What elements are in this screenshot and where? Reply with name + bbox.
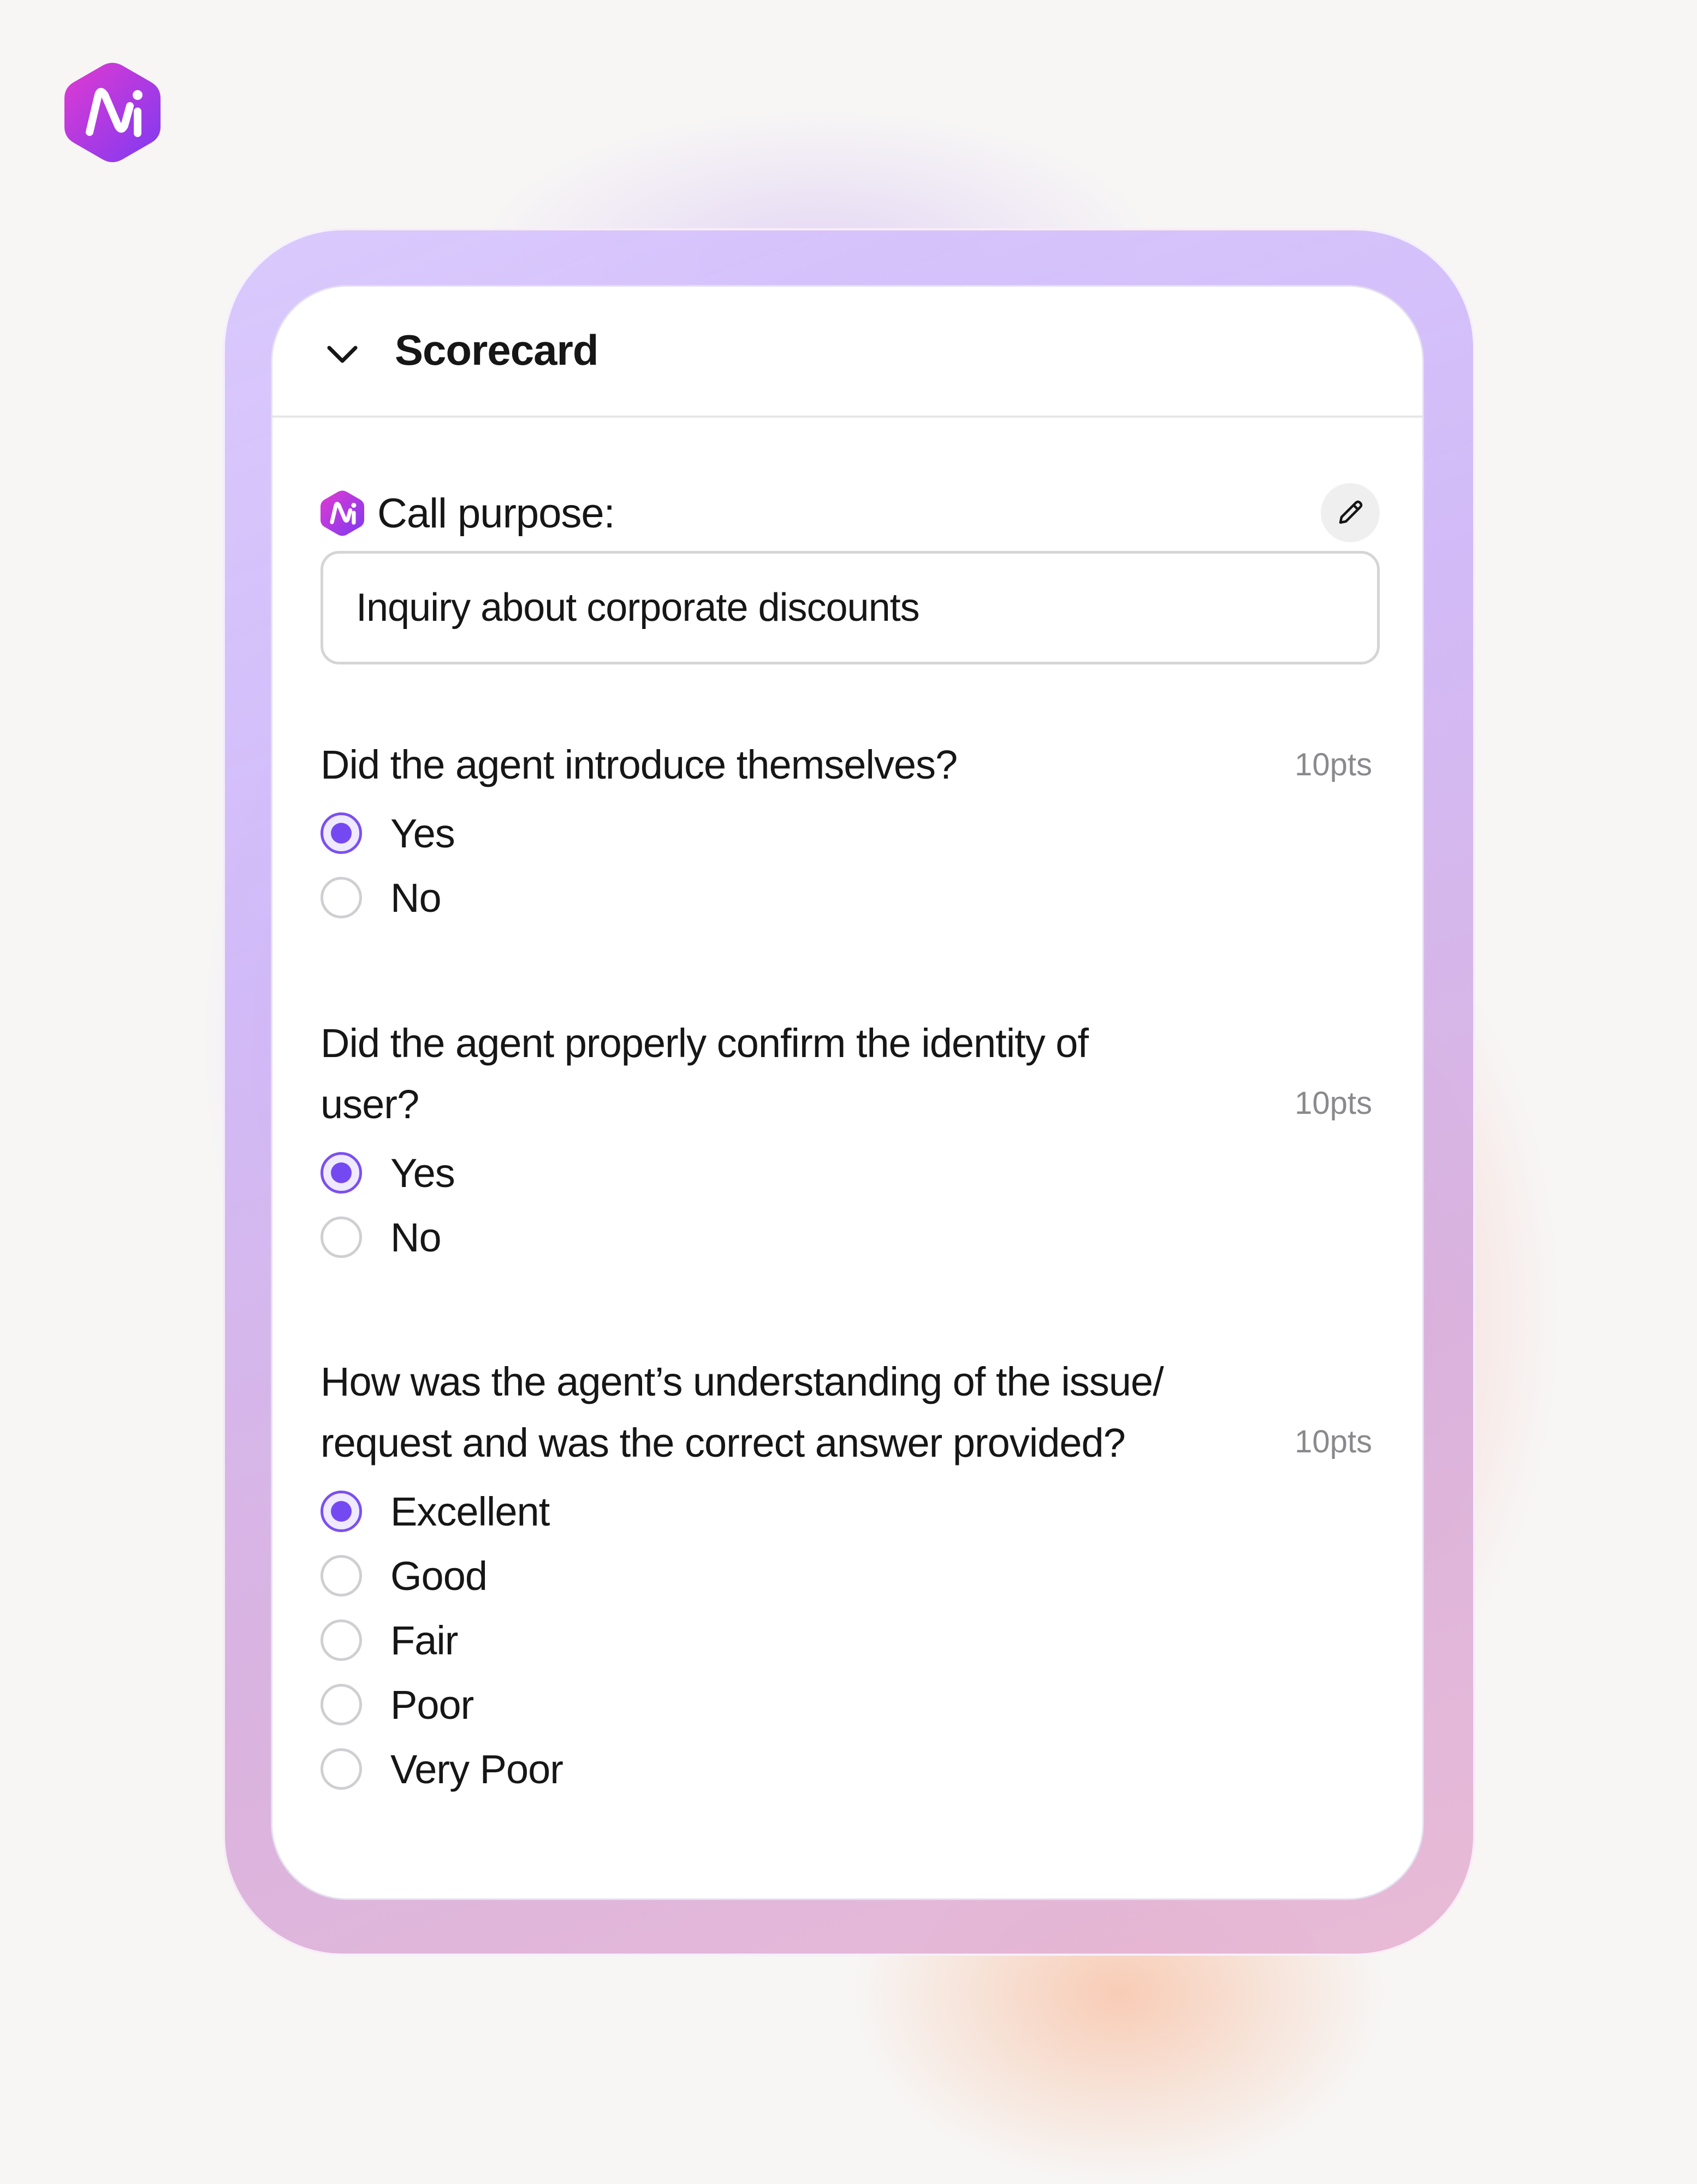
radio-button[interactable] xyxy=(321,877,362,918)
option-no[interactable]: No xyxy=(321,1205,1380,1269)
radio-button[interactable] xyxy=(321,1748,362,1790)
option-fair[interactable]: Fair xyxy=(321,1608,1380,1672)
option-yes[interactable]: Yes xyxy=(321,1141,1380,1205)
brand-ni-logo-icon xyxy=(64,63,161,162)
option-poor[interactable]: Poor xyxy=(321,1672,1380,1737)
option-label: Excellent xyxy=(390,1488,550,1534)
radio-button[interactable] xyxy=(321,1152,362,1194)
radio-button[interactable] xyxy=(321,1216,362,1258)
option-label: Yes xyxy=(390,810,455,856)
scorecard-title: Scorecard xyxy=(395,326,599,374)
call-purpose-label: Call purpose: xyxy=(377,490,615,537)
question-text: Did the agent introduce themselves? xyxy=(321,742,958,787)
question-points: 10pts xyxy=(1295,747,1372,782)
option-label: No xyxy=(390,1214,442,1260)
radio-button[interactable] xyxy=(321,1555,362,1597)
question-text-line: Did the agent properly confirm the ident… xyxy=(321,1020,1089,1066)
question-introduce: Did the agent introduce themselves? 10pt… xyxy=(321,734,1380,930)
radio-button[interactable] xyxy=(321,1684,362,1725)
pencil-icon xyxy=(1339,500,1363,524)
question-points: 10pts xyxy=(1295,1424,1372,1459)
option-label: Good xyxy=(390,1553,488,1599)
question-text: How was the agent’s understanding of the… xyxy=(321,1351,1238,1474)
question-identity: Did the agent properly confirm the ident… xyxy=(321,1013,1380,1269)
radio-button[interactable] xyxy=(321,1619,362,1661)
option-label: Yes xyxy=(390,1150,455,1196)
question-understanding: How was the agent’s understanding of the… xyxy=(321,1351,1380,1801)
call-purpose-input[interactable] xyxy=(321,551,1380,664)
question-text-line: user? xyxy=(321,1082,419,1127)
question-points: 10pts xyxy=(1295,1085,1372,1121)
option-excellent[interactable]: Excellent xyxy=(321,1479,1380,1544)
radio-button[interactable] xyxy=(321,812,362,854)
option-label: Very Poor xyxy=(390,1746,563,1792)
question-text-line: request and was the correct answer provi… xyxy=(321,1420,1126,1465)
scorecard-header[interactable]: Scorecard xyxy=(272,287,1422,418)
question-text: Did the agent properly confirm the ident… xyxy=(321,1013,1238,1135)
option-label: Fair xyxy=(390,1617,458,1663)
question-text-line: How was the agent’s understanding of the… xyxy=(321,1359,1164,1404)
option-no[interactable]: No xyxy=(321,865,1380,930)
edit-purpose-button[interactable] xyxy=(1321,483,1380,542)
brand-ni-logo-icon xyxy=(321,490,364,536)
call-purpose-row: Call purpose: xyxy=(321,472,1380,543)
radio-button[interactable] xyxy=(321,1491,362,1532)
scorecard-panel: Scorecard Call purpose: Did the agent xyxy=(271,285,1424,1900)
option-label: No xyxy=(390,875,442,921)
option-yes[interactable]: Yes xyxy=(321,801,1380,865)
chevron-down-icon[interactable] xyxy=(325,337,360,372)
option-good[interactable]: Good xyxy=(321,1544,1380,1608)
option-label: Poor xyxy=(390,1682,474,1728)
option-very-poor[interactable]: Very Poor xyxy=(321,1737,1380,1801)
